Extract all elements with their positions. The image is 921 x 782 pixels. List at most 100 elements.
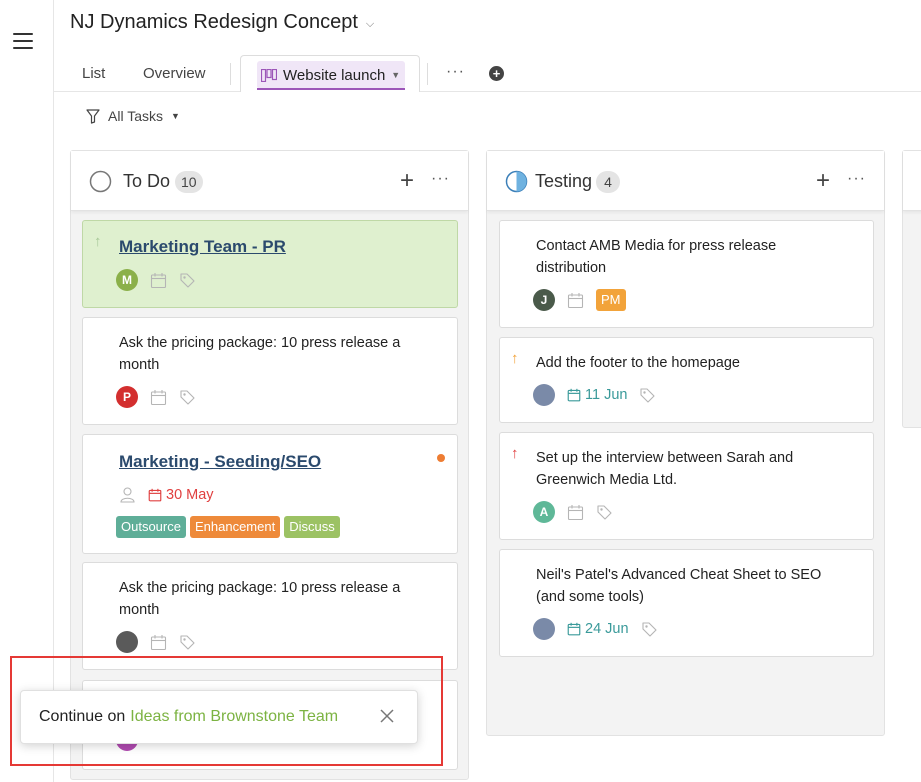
hamburger-menu-icon[interactable] [13, 33, 33, 49]
column-title: To Do [123, 171, 171, 191]
calendar-icon [567, 388, 581, 402]
chevron-down-icon[interactable]: ⌵ [366, 18, 374, 31]
due-date-text: 30 May [166, 486, 214, 503]
column-header [903, 151, 921, 211]
task-title: Ask the pricing package: 10 press releas… [119, 335, 401, 373]
tab-website-launch[interactable]: Website launch ▼ [240, 55, 420, 92]
tag-badge[interactable]: Enhancement [189, 516, 281, 538]
calendar-icon[interactable] [150, 389, 167, 406]
testing-status-icon [505, 170, 528, 193]
left-rail [0, 0, 54, 782]
task-meta: A [533, 501, 613, 523]
close-icon[interactable] [379, 708, 395, 724]
add-task-icon[interactable]: + [816, 167, 830, 195]
tab-website-launch-label: Website launch [283, 66, 386, 84]
continue-toast: Continue on Ideas from Brownstone Team [20, 690, 418, 744]
toast-link[interactable]: Ideas from Brownstone Team [130, 708, 338, 726]
task-title: Set up the interview between Sarah and G… [536, 450, 794, 488]
task-title: Ask the pricing package: 10 press releas… [119, 580, 401, 618]
task-card[interactable]: Ask the pricing package: 10 press releas… [82, 562, 458, 670]
tag-icon[interactable] [596, 504, 613, 521]
task-title: Neil's Patel's Advanced Cheat Sheet to S… [536, 567, 822, 605]
board-view-icon [261, 68, 277, 82]
column-testing: Testing 4 + ··· Contact AMB Media for pr… [486, 150, 885, 736]
task-card[interactable]: ↑ Add the footer to the homepage 11 Jun [499, 337, 874, 423]
tag-icon[interactable] [179, 272, 196, 289]
column-more-icon[interactable]: ··· [847, 170, 866, 188]
task-title[interactable]: Marketing - Seeding/SEO [119, 451, 321, 473]
due-date-text: 11 Jun [585, 387, 628, 403]
task-card[interactable]: ↑ Set up the interview between Sarah and… [499, 432, 874, 540]
column-count-badge: 10 [175, 171, 203, 193]
tag-icon[interactable] [179, 634, 196, 651]
task-meta: 11 Jun [533, 384, 656, 406]
unassigned-user-icon[interactable] [119, 486, 136, 503]
column-header: To Do 10 + ··· [71, 151, 468, 211]
tag-icon[interactable] [639, 387, 656, 404]
assignee-avatar[interactable]: M [116, 269, 138, 291]
filter-icon [86, 108, 100, 124]
todo-status-icon [89, 170, 112, 193]
priority-medium-arrow-icon: ↑ [511, 350, 519, 367]
due-date[interactable]: 30 May [148, 487, 214, 503]
caret-down-icon[interactable]: ▼ [391, 70, 400, 80]
task-meta: P [116, 386, 196, 408]
task-title: Contact AMB Media for press release dist… [536, 238, 777, 276]
due-date[interactable]: 11 Jun [567, 387, 627, 403]
project-title[interactable]: NJ Dynamics Redesign Concept ⌵ [70, 11, 374, 34]
tab-list[interactable]: List [82, 65, 105, 82]
project-header: NJ Dynamics Redesign Concept ⌵ List Over… [54, 0, 921, 92]
tag-badge[interactable]: Outsource [116, 516, 186, 538]
project-title-text: NJ Dynamics Redesign Concept [70, 11, 358, 33]
task-card[interactable]: Ask the pricing package: 10 press releas… [82, 317, 458, 425]
tab-overview[interactable]: Overview [143, 65, 206, 82]
task-tags: Outsource Enhancement Discuss [116, 516, 340, 538]
tag-icon[interactable] [179, 389, 196, 406]
tab-website-launch-pill[interactable]: Website launch ▼ [257, 61, 405, 89]
add-task-icon[interactable]: + [400, 167, 414, 195]
task-meta: 24 Jun [533, 618, 658, 640]
column-todo: To Do 10 + ··· ↑ Marketing Team - PR M A… [70, 150, 469, 780]
task-filter[interactable]: All Tasks ▼ [86, 108, 180, 124]
task-card[interactable]: ↑ Marketing Team - PR M [82, 220, 458, 308]
tag-badge[interactable]: PM [596, 289, 626, 311]
view-tabs: List Overview Website launch ▼ ··· + [54, 55, 921, 92]
task-card[interactable]: Marketing - Seeding/SEO 30 May Outsource… [82, 434, 458, 554]
task-card[interactable]: Neil's Patel's Advanced Cheat Sheet to S… [499, 549, 874, 657]
calendar-icon[interactable] [567, 292, 584, 309]
calendar-icon [567, 622, 581, 636]
unread-indicator-dot [437, 454, 445, 462]
task-card[interactable]: Contact AMB Media for press release dist… [499, 220, 874, 328]
calendar-icon [148, 488, 162, 501]
assignee-avatar-photo[interactable] [116, 631, 138, 653]
column-count-badge: 4 [596, 171, 620, 193]
more-tabs-icon[interactable]: ··· [446, 63, 465, 81]
task-meta [116, 631, 196, 653]
toast-prefix: Continue on [39, 708, 126, 725]
column-header: Testing 4 + ··· [487, 151, 884, 211]
add-view-icon[interactable]: + [489, 66, 504, 81]
caret-down-icon: ▼ [170, 111, 180, 121]
due-date[interactable]: 24 Jun [567, 621, 629, 637]
assignee-avatar[interactable]: P [116, 386, 138, 408]
column-more-icon[interactable]: ··· [431, 170, 450, 188]
tag-badge[interactable]: Discuss [284, 516, 340, 538]
task-meta: 30 May [119, 486, 214, 503]
assignee-avatar[interactable]: J [533, 289, 555, 311]
assignee-avatar[interactable]: A [533, 501, 555, 523]
assignee-avatar-photo[interactable] [533, 384, 555, 406]
calendar-icon[interactable] [150, 272, 167, 289]
assignee-avatar-photo[interactable] [533, 618, 555, 640]
tag-icon[interactable] [641, 621, 658, 638]
active-tab-underline [257, 88, 405, 90]
column-title: Testing [535, 171, 593, 191]
priority-low-arrow-icon: ↑ [94, 233, 102, 250]
task-title[interactable]: Marketing Team - PR [119, 236, 286, 258]
priority-high-arrow-icon: ↑ [511, 445, 519, 462]
calendar-icon[interactable] [150, 634, 167, 651]
calendar-icon[interactable] [567, 504, 584, 521]
tab-divider [427, 63, 428, 85]
tab-divider [230, 63, 231, 85]
task-title: Add the footer to the homepage [536, 355, 740, 371]
task-meta: J PM [533, 289, 626, 311]
